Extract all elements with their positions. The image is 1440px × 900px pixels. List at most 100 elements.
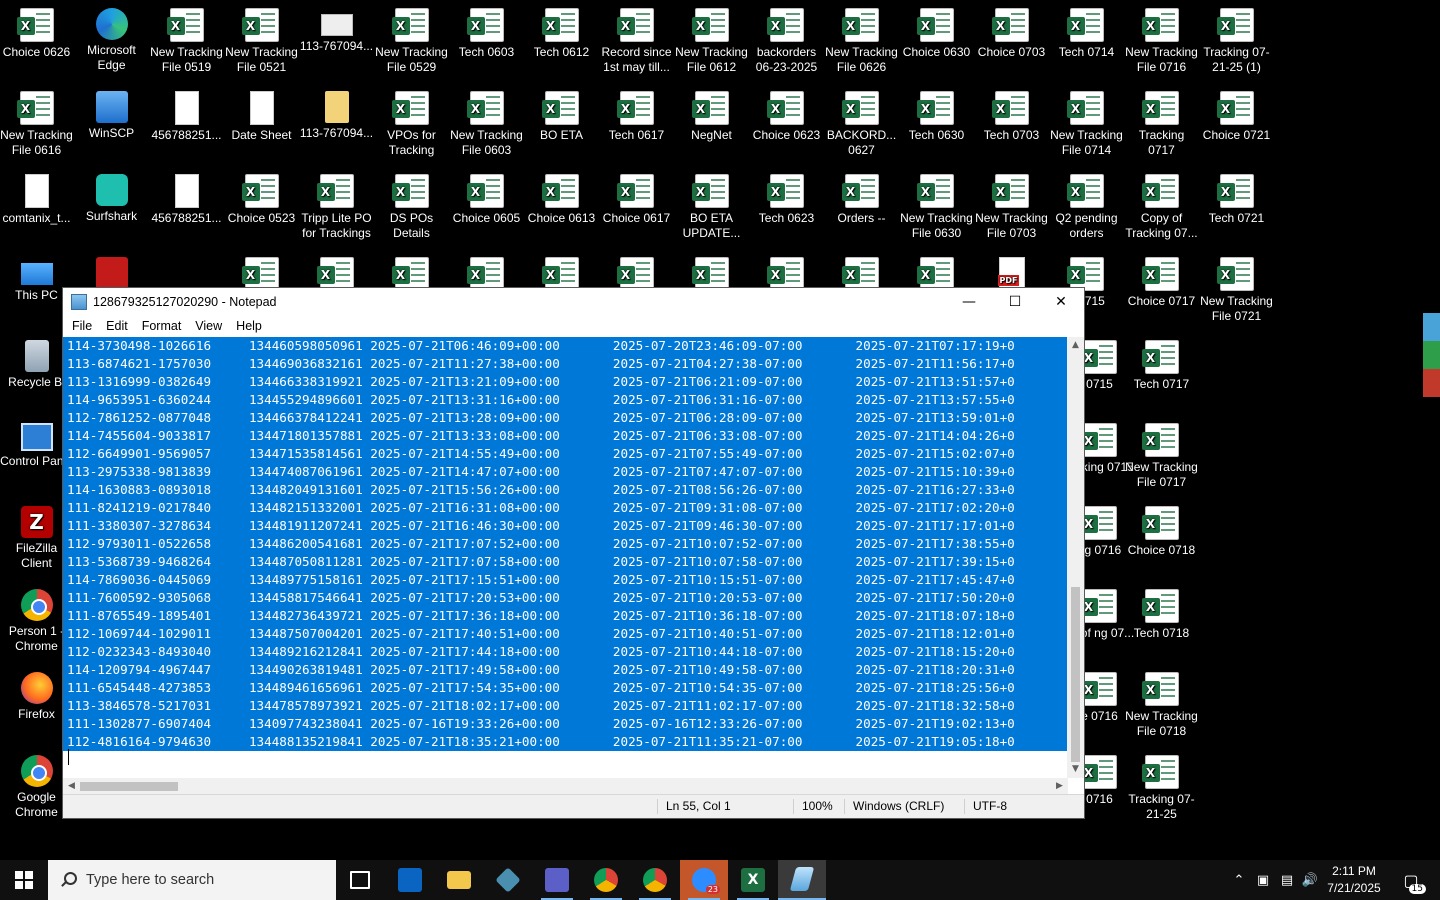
desktop-icon[interactable]: New Tracking File 0717 xyxy=(1124,417,1199,490)
desktop-icon[interactable]: 456788251... xyxy=(149,168,224,226)
desktop-icon[interactable]: New Tracking File 0612 xyxy=(674,2,749,75)
scroll-up-icon[interactable]: ▲ xyxy=(1067,337,1084,354)
desktop-icon[interactable]: Choice 0703 xyxy=(974,2,1049,60)
desktop-icon[interactable]: Tech 0717 xyxy=(1124,334,1199,392)
side-widget-red[interactable] xyxy=(1423,369,1440,397)
menu-file[interactable]: File xyxy=(65,319,99,333)
desktop-icon[interactable]: Microsoft Edge xyxy=(74,2,149,73)
notification-center-button[interactable]: ▢ 15 xyxy=(1396,860,1426,900)
desktop-icon[interactable]: Choice 0617 xyxy=(599,168,674,226)
desktop-icon[interactable]: Choice 0717 xyxy=(1124,251,1199,309)
desktop-icon[interactable]: WinSCP xyxy=(74,85,149,141)
desktop-icon[interactable]: Orders -- xyxy=(824,168,899,226)
desktop-icon[interactable]: New Tracking File 0626 xyxy=(824,2,899,75)
network-icon[interactable]: ▤ xyxy=(1276,860,1298,900)
desktop-icon[interactable]: Choice 0630 xyxy=(899,2,974,60)
network-alert-icon[interactable]: ▣ xyxy=(1252,860,1274,900)
desktop-icon[interactable]: Tech 0623 xyxy=(749,168,824,226)
maximize-button[interactable]: ☐ xyxy=(992,288,1038,316)
taskbar-zoom[interactable]: 23 xyxy=(680,860,728,900)
desktop-icon[interactable]: Choice 0623 xyxy=(749,85,824,143)
clock[interactable]: 2:11 PM 7/21/2025 xyxy=(1322,863,1386,897)
desktop-icon[interactable]: Tech 0721 xyxy=(1199,168,1274,226)
desktop-icon[interactable]: NegNet xyxy=(674,85,749,143)
desktop-icon[interactable]: DS POs Details xyxy=(374,168,449,241)
desktop-icon[interactable]: 113-767094... xyxy=(299,2,374,54)
vertical-scroll-thumb[interactable] xyxy=(1071,587,1080,762)
taskbar-chrome-1[interactable] xyxy=(582,860,630,900)
desktop-icon[interactable]: Tracking 07-21-25 xyxy=(1124,749,1199,822)
desktop-icon[interactable]: New Tracking File 0716 xyxy=(1124,2,1199,75)
notepad-window[interactable]: 128679325127020290 - Notepad — ☐ ✕ File … xyxy=(62,287,1085,819)
scroll-left-icon[interactable]: ◀ xyxy=(63,778,80,795)
taskbar-outlook[interactable] xyxy=(386,860,434,900)
taskbar-teams[interactable] xyxy=(533,860,581,900)
desktop-icon[interactable]: New Tracking File 0718 xyxy=(1124,666,1199,739)
desktop-icon[interactable]: Tech 0612 xyxy=(524,2,599,60)
desktop-icon[interactable]: Copy of Tracking 07... xyxy=(1124,168,1199,241)
task-view-button[interactable] xyxy=(336,860,384,900)
desktop-icon[interactable]: Q2 pending orders xyxy=(1049,168,1124,241)
desktop-icon[interactable]: Tracking 07-21-25 (1) xyxy=(1199,2,1274,75)
desktop-icon[interactable]: backorders 06-23-2025 xyxy=(749,2,824,75)
desktop-icon[interactable]: Date Sheet xyxy=(224,85,299,143)
scroll-down-icon[interactable]: ▼ xyxy=(1067,761,1084,778)
horizontal-scrollbar[interactable]: ◀ ▶ xyxy=(63,778,1068,795)
desktop-icon[interactable]: Choice 0605 xyxy=(449,168,524,226)
desktop-icon[interactable]: Choice 0613 xyxy=(524,168,599,226)
horizontal-scroll-thumb[interactable] xyxy=(80,782,178,791)
desktop-icon[interactable]: BO ETA UPDATE... xyxy=(674,168,749,241)
text-editor[interactable]: 114-3730498-1026616 134460598050961 2025… xyxy=(63,337,1068,778)
desktop-icon[interactable]: Choice 0626 xyxy=(0,2,74,60)
volume-icon[interactable]: 🔊 xyxy=(1298,860,1322,900)
taskbar-chrome-2[interactable] xyxy=(631,860,679,900)
desktop-icon[interactable]: New Tracking File 0630 xyxy=(899,168,974,241)
desktop-icon[interactable]: New Tracking File 0519 xyxy=(149,2,224,75)
desktop-icon[interactable]: Tracking 0717 xyxy=(1124,85,1199,158)
desktop-icon[interactable]: Tech 0630 xyxy=(899,85,974,143)
desktop-icon[interactable]: New Tracking File 0616 xyxy=(0,85,74,158)
desktop-icon[interactable]: New Tracking File 0529 xyxy=(374,2,449,75)
menu-view[interactable]: View xyxy=(188,319,229,333)
menu-help[interactable]: Help xyxy=(229,319,269,333)
desktop-icon[interactable]: Choice 0523 xyxy=(224,168,299,226)
taskbar-file-explorer[interactable] xyxy=(435,860,483,900)
desktop-icon[interactable]: Surfshark xyxy=(74,168,149,224)
menu-format[interactable]: Format xyxy=(135,319,189,333)
desktop-icon[interactable]: BACKORD... 0627 xyxy=(824,85,899,158)
desktop-icon[interactable]: New Tracking File 0703 xyxy=(974,168,1049,241)
desktop-icon[interactable]: Tech 0718 xyxy=(1124,583,1199,641)
desktop-icon[interactable]: New Tracking File 0721 xyxy=(1199,251,1274,324)
desktop-icon[interactable]: Tech 0617 xyxy=(599,85,674,143)
desktop-icon[interactable]: Tech 0603 xyxy=(449,2,524,60)
start-button[interactable] xyxy=(0,860,48,900)
vertical-scrollbar[interactable]: ▲ ▼ xyxy=(1067,337,1084,778)
taskbar-app-diamond[interactable] xyxy=(484,860,532,900)
desktop-icon[interactable]: Tech 0703 xyxy=(974,85,1049,143)
menu-edit[interactable]: Edit xyxy=(99,319,135,333)
scroll-right-icon[interactable]: ▶ xyxy=(1051,778,1068,795)
taskbar-search[interactable]: Type here to search xyxy=(48,860,336,900)
desktop-icon[interactable]: 456788251... xyxy=(149,85,224,143)
show-hidden-icons-chevron[interactable]: ⌃ xyxy=(1228,860,1250,900)
desktop-icon[interactable]: New Tracking File 0714 xyxy=(1049,85,1124,158)
desktop-icon[interactable]: 113-767094... xyxy=(299,85,374,141)
taskbar-notepad[interactable] xyxy=(778,860,826,900)
desktop-icon[interactable]: VPOs for Tracking xyxy=(374,85,449,158)
desktop-icon[interactable]: Choice 0721 xyxy=(1199,85,1274,143)
desktop-icon[interactable]: Choice 0718 xyxy=(1124,500,1199,558)
desktop-icon[interactable]: Tripp Lite PO for Trackings xyxy=(299,168,374,241)
side-widget-blue[interactable] xyxy=(1423,313,1440,341)
title-bar[interactable]: 128679325127020290 - Notepad — ☐ ✕ xyxy=(63,288,1084,316)
desktop-icon[interactable] xyxy=(74,251,149,292)
desktop-icon[interactable]: BO ETA xyxy=(524,85,599,143)
side-widget-green[interactable] xyxy=(1423,341,1440,369)
desktop-icon[interactable]: Record since 1st may till... xyxy=(599,2,674,75)
close-button[interactable]: ✕ xyxy=(1038,288,1084,316)
taskbar-excel[interactable]: X xyxy=(729,860,777,900)
minimize-button[interactable]: — xyxy=(946,288,992,316)
desktop-icon[interactable]: Tech 0714 xyxy=(1049,2,1124,60)
desktop-icon[interactable]: comtanix_t... xyxy=(0,168,74,226)
desktop-icon[interactable]: New Tracking File 0521 xyxy=(224,2,299,75)
desktop-icon[interactable]: New Tracking File 0603 xyxy=(449,85,524,158)
